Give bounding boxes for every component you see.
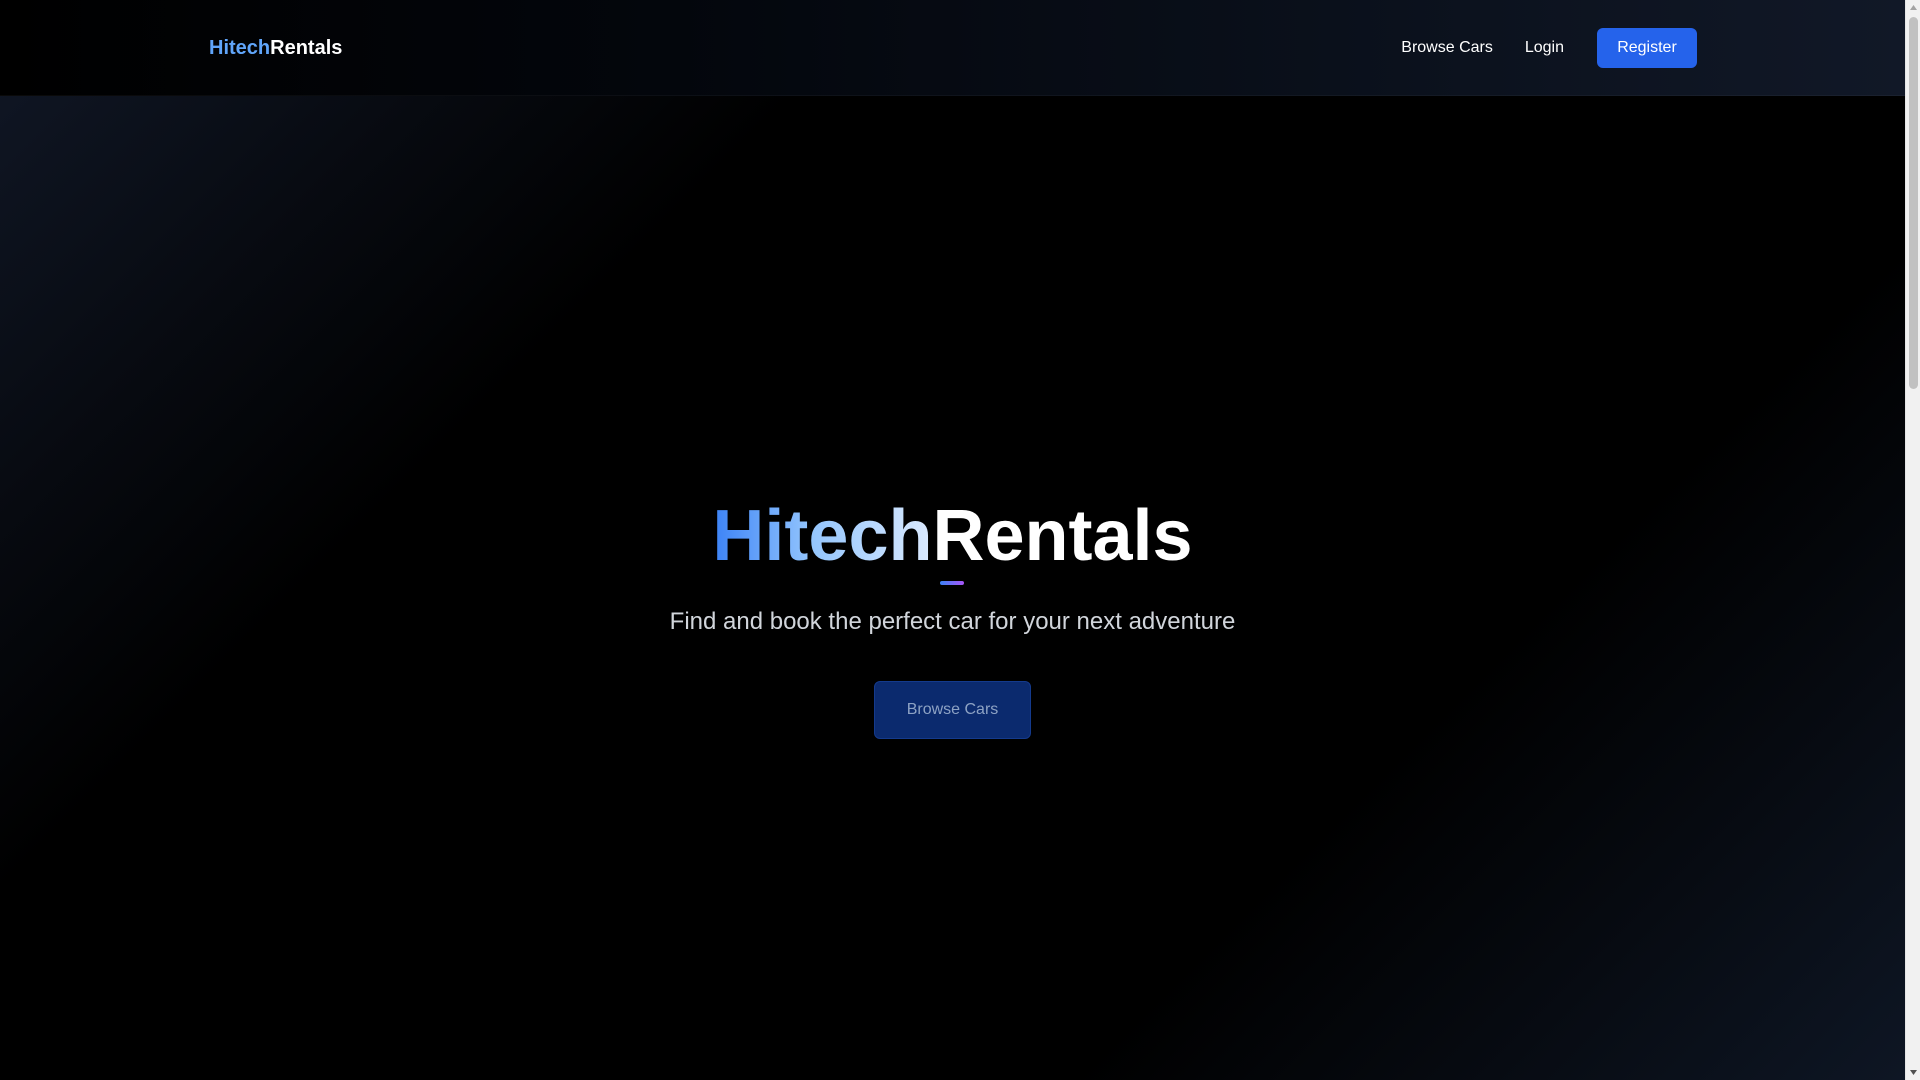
scrollbar-thumb[interactable] (1909, 17, 1918, 389)
brand-rest-text: Rentals (270, 37, 343, 59)
hero-subtitle: Find and book the perfect car for your n… (669, 608, 1236, 635)
navbar: HitechRentals Browse Cars Login Register (0, 0, 1905, 96)
nav-login-link[interactable]: Login (1525, 28, 1564, 68)
brand-logo[interactable]: HitechRentals (209, 34, 342, 62)
browse-cars-button[interactable]: Browse Cars (874, 681, 1031, 739)
register-button[interactable]: Register (1597, 28, 1697, 68)
hero-title-rest: Rentals (932, 496, 1193, 576)
triangle-up-icon[interactable] (1906, 0, 1920, 15)
hero-title: HitechRentals (0, 496, 1905, 576)
vertical-scrollbar[interactable] (1905, 0, 1920, 1080)
hero-title-accent: Hitech (712, 496, 933, 576)
title-underline-bar (940, 581, 964, 585)
nav-links: Browse Cars Login Register (1401, 28, 1697, 68)
nav-browse-cars-link[interactable]: Browse Cars (1401, 28, 1493, 68)
browser-viewport: HitechRentals Browse Cars Login Register… (0, 0, 1920, 1080)
triangle-down-icon[interactable] (1906, 1065, 1920, 1080)
brand-accent-text: Hitech (209, 37, 271, 59)
page: HitechRentals Browse Cars Login Register… (0, 0, 1905, 1080)
hero-section: HitechRentals Find and book the perfect … (0, 96, 1905, 1080)
